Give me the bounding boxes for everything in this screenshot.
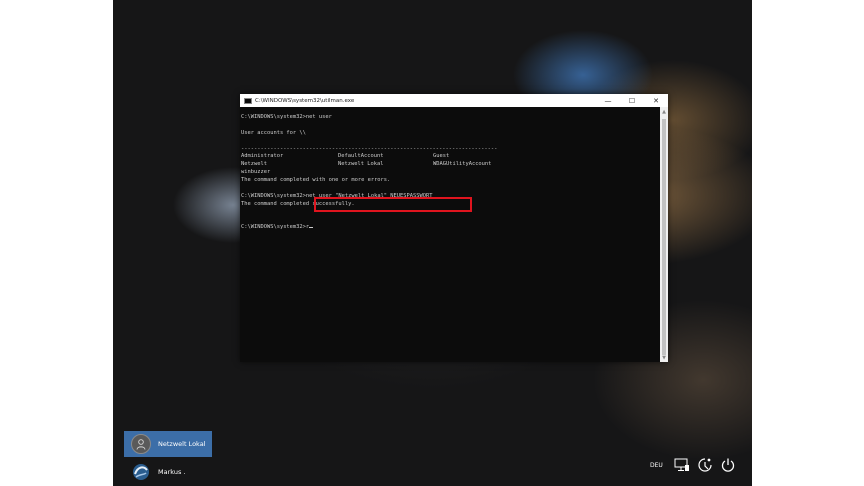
account-name: Netzwelt Lokal: [338, 161, 384, 168]
account-name: Guest: [433, 153, 450, 160]
account-name: winbuzzer: [241, 169, 271, 176]
vertical-scrollbar[interactable]: ▲ ▼: [660, 107, 668, 362]
command-highlight-box: [314, 197, 472, 212]
user-avatar-icon: [131, 434, 151, 454]
account-name: Netzwelt: [241, 161, 267, 168]
console-input-line[interactable]: C:\WINDOWS\system32>r: [241, 224, 660, 232]
account-row: Administrator DefaultAccount Guest: [241, 153, 660, 161]
power-icon[interactable]: [719, 456, 737, 474]
user-tile[interactable]: Markus .: [124, 460, 212, 484]
console-separator: ----------------------------------------…: [241, 145, 498, 152]
scroll-up-arrow-icon[interactable]: ▲: [660, 107, 668, 116]
account-row: winbuzzer: [241, 169, 660, 177]
user-name: Netzwelt Lokal: [158, 440, 206, 448]
user-name: Markus .: [158, 468, 186, 476]
text-cursor: [309, 227, 314, 229]
account-name: WDAGUtilityAccount: [433, 161, 492, 168]
language-indicator[interactable]: DEU: [650, 462, 663, 469]
account-name: Administrator: [241, 153, 284, 160]
console-output[interactable]: C:\WINDOWS\system32>net user User accoun…: [240, 107, 660, 362]
close-button[interactable]: ✕: [644, 94, 668, 107]
console-prompt: C:\WINDOWS\system32>: [241, 192, 306, 199]
maximize-button[interactable]: ☐: [620, 94, 644, 107]
account-name: DefaultAccount: [338, 153, 384, 160]
scroll-down-arrow-icon[interactable]: ▼: [660, 353, 668, 362]
account-row: Netzwelt Netzwelt Lokal WDAGUtilityAccount: [241, 161, 660, 169]
console-line: C:\WINDOWS\system32>net user: [241, 114, 332, 120]
scroll-thumb[interactable]: [662, 119, 666, 355]
user-tile-selected[interactable]: Netzwelt Lokal: [124, 431, 212, 457]
title-bar[interactable]: C:\WINDOWS\system32\utilman.exe — ☐ ✕: [240, 94, 668, 107]
console-app-icon: [244, 97, 252, 104]
minimize-button[interactable]: —: [596, 94, 620, 107]
console-line: The command completed with one or more e…: [241, 177, 391, 184]
ease-of-access-icon[interactable]: [696, 456, 714, 474]
network-icon[interactable]: [673, 456, 691, 474]
user-avatar-icon: [131, 462, 151, 482]
system-tray: DEU: [650, 455, 742, 475]
console-line: User accounts for \\: [241, 129, 306, 136]
window-title: C:\WINDOWS\system32\utilman.exe: [255, 97, 355, 104]
console-window[interactable]: C:\WINDOWS\system32\utilman.exe — ☐ ✕ C:…: [240, 94, 668, 362]
console-prompt: C:\WINDOWS\system32>: [241, 224, 306, 231]
